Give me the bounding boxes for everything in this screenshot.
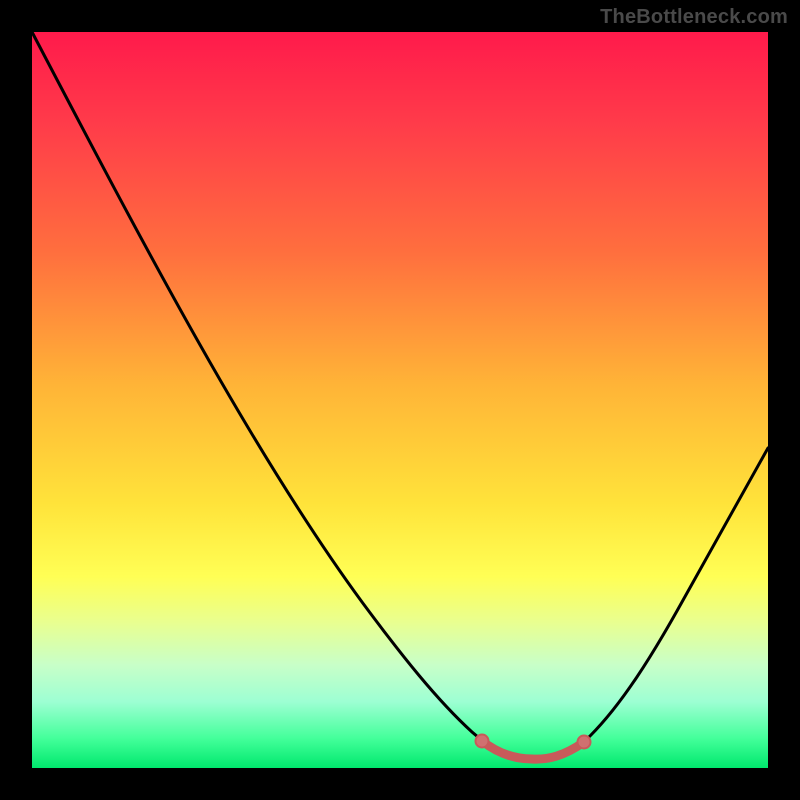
chart-frame: TheBottleneck.com [0, 0, 800, 800]
plot-area [32, 32, 768, 768]
flat-region-end-dot [578, 736, 591, 749]
watermark-text: TheBottleneck.com [600, 6, 788, 29]
curve-path [32, 32, 768, 759]
bottleneck-curve [32, 32, 768, 768]
flat-region-start-dot [476, 735, 489, 748]
flat-region-segment [482, 741, 584, 759]
